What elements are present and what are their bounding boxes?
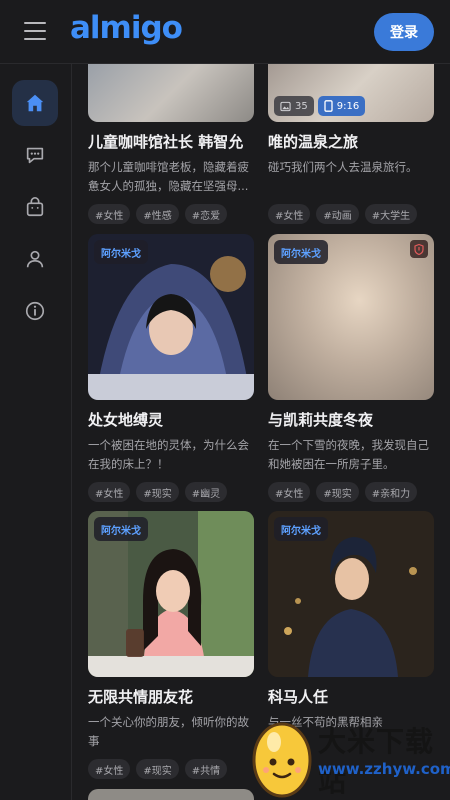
card-title: 处女地缚灵 — [88, 411, 164, 429]
card-image[interactable]: 阿尔米戈 — [268, 511, 434, 677]
tag[interactable]: #女性 — [88, 482, 131, 502]
top-bar: almigo 登录 — [0, 0, 450, 64]
home-icon — [26, 94, 44, 112]
aspect-ratio: 9:16 — [336, 100, 360, 112]
creator-badge: 阿尔米戈 — [274, 517, 328, 541]
chat-icon — [26, 147, 44, 164]
watermark-logo-icon — [252, 722, 312, 798]
tag[interactable]: #女性 — [88, 759, 131, 779]
tag[interactable]: #女性 — [268, 204, 311, 224]
tag[interactable]: #现实 — [316, 482, 359, 502]
card-description: 在一个下雪的夜晚，我发现自己和她被困在一所房子里。 — [268, 438, 429, 471]
nsfw-shield-icon — [410, 240, 428, 258]
character-card[interactable]: 儿童咖啡馆社长 韩智允 那个儿童咖啡馆老板，隐藏着疲惫女人的孤独，隐藏在坚强母.… — [88, 64, 254, 224]
card-description: 那个儿童咖啡馆老板，隐藏着疲惫女人的孤独，隐藏在坚强母... — [88, 160, 249, 193]
sidebar-item-chat[interactable] — [12, 132, 58, 178]
card-image[interactable]: 阿尔米戈 — [88, 234, 254, 400]
card-title: 科马人任 — [268, 688, 329, 706]
card-title: 儿童咖啡馆社长 韩智允 — [88, 133, 244, 151]
image-icon — [280, 101, 291, 111]
card-title: 与凯莉共度冬夜 — [268, 411, 374, 429]
creator-badge: 阿尔米戈 — [94, 517, 148, 541]
image-count: 35 — [295, 100, 308, 112]
tag[interactable]: #性感 — [136, 204, 179, 224]
menu-icon[interactable] — [24, 22, 46, 42]
creator-badge: 阿尔米戈 — [94, 240, 148, 264]
app-logo[interactable]: almigo — [70, 10, 183, 46]
card-image[interactable]: 阿尔米戈 — [88, 511, 254, 677]
tag[interactable]: #女性 — [88, 204, 131, 224]
card-image[interactable] — [88, 64, 254, 122]
phone-icon — [324, 100, 333, 112]
tag[interactable]: #动画 — [316, 204, 359, 224]
sidebar — [0, 64, 72, 800]
watermark-overlay: 大米下载站 www.zzhyw.com — [246, 712, 450, 800]
card-description: 碰巧我们两个人去温泉旅行。 — [268, 160, 418, 174]
character-card[interactable]: 阿尔米戈 与凯莉共度冬夜 在一个下雪的夜晚，我发现自己和她被困在一所房子里。 #… — [268, 234, 434, 502]
tag[interactable]: #亲和力 — [364, 482, 418, 502]
card-image[interactable]: 35 9:16 — [268, 64, 434, 122]
character-card[interactable]: 阿尔米戈 处女地缚灵 一个被困在地的灵体，为什么会在我的床上？！ #女性 #现实… — [88, 234, 254, 502]
tag[interactable]: #幽灵 — [184, 482, 228, 502]
shopping-bag-icon — [26, 197, 44, 217]
watermark-url: www.zzhyw.com — [318, 760, 450, 778]
tag[interactable]: #大学生 — [364, 204, 418, 224]
character-card[interactable]: 阿尔米戈 无限共情朋友花 一个关心你的朋友，倾听你的故事 #女性 #现实 #共情 — [88, 511, 254, 779]
sidebar-item-profile[interactable] — [12, 236, 58, 282]
card-description: 一个关心你的朋友，倾听你的故事 — [88, 715, 249, 748]
card-image[interactable]: 阿尔米戈 — [268, 234, 434, 400]
login-button[interactable]: 登录 — [374, 13, 434, 51]
info-icon — [25, 301, 45, 321]
sidebar-item-home[interactable] — [12, 80, 58, 126]
next-card-image[interactable] — [88, 789, 254, 800]
image-count-badge: 35 — [274, 96, 314, 116]
user-icon — [26, 250, 44, 268]
character-feed: 儿童咖啡馆社长 韩智允 那个儿童咖啡馆老板，隐藏着疲惫女人的孤独，隐藏在坚强母.… — [72, 64, 450, 800]
aspect-ratio-badge: 9:16 — [317, 96, 366, 116]
tag[interactable]: #共情 — [184, 759, 228, 779]
tag[interactable]: #恋爱 — [184, 204, 228, 224]
sidebar-item-shop[interactable] — [12, 184, 58, 230]
tag[interactable]: #女性 — [268, 482, 311, 502]
creator-badge: 阿尔米戈 — [274, 240, 328, 264]
sidebar-item-info[interactable] — [12, 288, 58, 334]
card-description: 一个被困在地的灵体，为什么会在我的床上？！ — [88, 438, 249, 471]
card-title: 无限共情朋友花 — [88, 688, 194, 706]
tag[interactable]: #现实 — [136, 482, 179, 502]
character-card[interactable]: 35 9:16 唯的温泉之旅 碰巧我们两个人去温泉旅行。 #女性 #动画 #大学… — [268, 64, 434, 224]
card-title: 唯的温泉之旅 — [268, 133, 359, 151]
tag[interactable]: #现实 — [136, 759, 179, 779]
